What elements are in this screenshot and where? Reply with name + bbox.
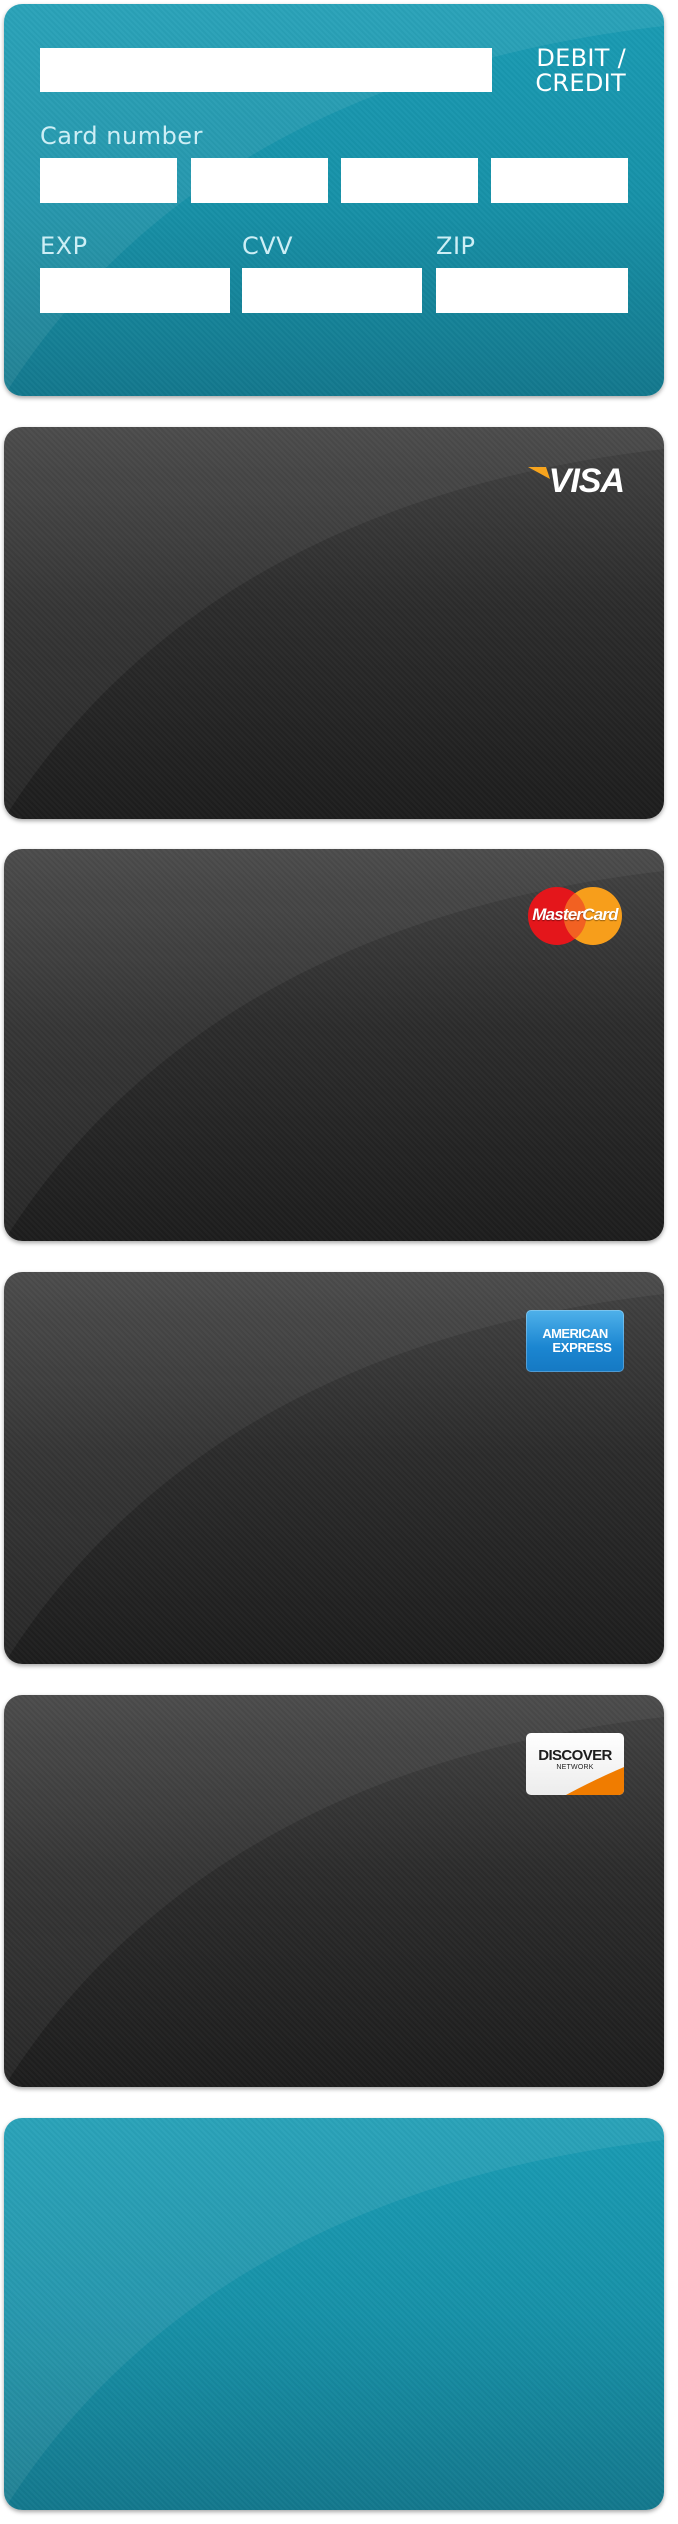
amex-logo-line2: EXPRESS [552, 1340, 612, 1355]
mastercard-logo-icon: MasterCard [526, 885, 624, 947]
exp-input[interactable] [40, 268, 230, 313]
visa-logo-text: VISA [548, 462, 625, 500]
discover-logo-line1: DISCOVER [538, 1747, 612, 1764]
card-shine [4, 2118, 664, 2510]
amex-logo-line1: AMERICAN [542, 1326, 608, 1341]
card-texture [4, 2118, 664, 2510]
card-number-input-4[interactable] [491, 158, 628, 203]
zip-input[interactable] [436, 268, 628, 313]
card-mastercard: MasterCard [4, 849, 664, 1241]
card-type-label-line2: CREDIT [535, 69, 626, 97]
exp-label: EXP [40, 232, 88, 260]
card-type-label-line1: DEBIT / [536, 44, 626, 72]
card-number-input-3[interactable] [341, 158, 478, 203]
discover-logo-line2: NETWORK [556, 1764, 594, 1771]
cvv-label: CVV [242, 232, 294, 260]
cardholder-name-input[interactable] [40, 48, 492, 92]
card-discover: DISCOVER NETWORK [4, 1695, 664, 2087]
mastercard-logo-text: MasterCard [532, 905, 618, 924]
zip-label: ZIP [436, 232, 476, 260]
discover-logo-icon: DISCOVER NETWORK [526, 1733, 624, 1795]
card-form: DEBIT / CREDIT Card number EXP CVV ZIP [4, 4, 664, 396]
card-number-label: Card number [40, 122, 203, 150]
card-blank-teal [4, 2118, 664, 2510]
cvv-input[interactable] [242, 268, 422, 313]
card-type-label: DEBIT / CREDIT [535, 46, 626, 96]
amex-logo-icon: AMERICAN EXPRESS [526, 1310, 624, 1372]
visa-logo-icon: VISA [528, 459, 625, 503]
card-amex: AMERICAN EXPRESS [4, 1272, 664, 1664]
card-number-input-2[interactable] [191, 158, 328, 203]
card-number-input-1[interactable] [40, 158, 177, 203]
card-visa: VISA [4, 427, 664, 819]
